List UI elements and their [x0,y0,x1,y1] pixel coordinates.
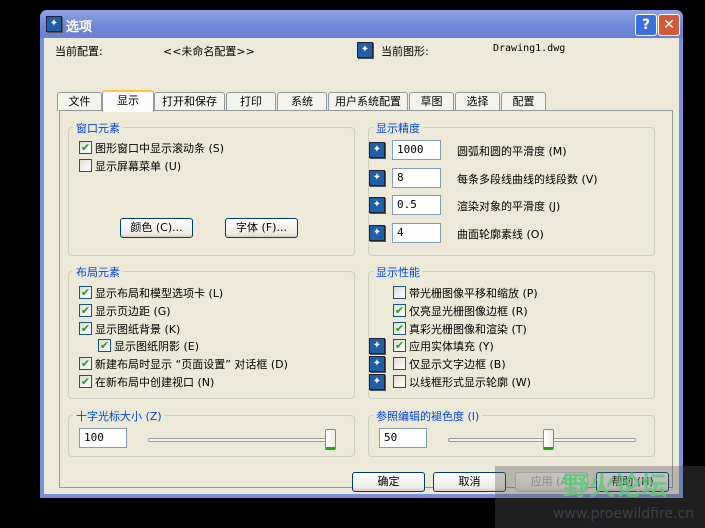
tab-system[interactable]: 系统 [277,92,327,111]
performance-option-checkbox[interactable]: ✔ [393,339,406,353]
crosshair-size-slider-thumb[interactable] [325,429,336,450]
tab-selection[interactable]: 选择 [455,92,500,111]
performance-option-label: 应用实体填充 (Y) [409,340,494,354]
autocad-app-icon: ✦ [46,16,62,32]
performance-option-checkbox[interactable] [393,375,406,388]
display-resolution-title: 显示精度 [373,120,423,136]
crosshair-size-title: 十字光标大小 (Z) [73,408,165,424]
current-profile-label: 当前配置: [55,45,103,58]
tab-files[interactable]: 文件 [57,92,102,111]
screen-menu-checkbox[interactable] [79,159,92,172]
layout-option-checkbox[interactable]: ✔ [98,339,111,353]
layout-option-checkbox[interactable]: ✔ [79,303,92,317]
display-performance-title: 显示性能 [373,264,423,280]
precision-input[interactable]: 4 [392,222,441,243]
precision-input[interactable]: 0.5 [392,195,441,215]
layout-option-label: 新建布局时显示 “页面设置” 对话框 (D) [95,358,288,372]
drawing-icon: ✦ [357,42,373,58]
performance-option-checkbox[interactable]: ✔ [393,321,406,335]
crosshair-size-slider-track[interactable] [148,438,336,442]
current-drawing-value: Drawing1.dwg [493,43,566,54]
screen-menu-label: 显示屏幕菜单 (U) [95,160,182,173]
title-bar[interactable]: ✦ 选项 ? ✕ [40,10,683,38]
drawing-saved-icon: ✦ [369,169,385,186]
current-profile-value: <<未命名配置>> [163,45,255,58]
tab-user-preferences[interactable]: 用户系统配置 [328,92,408,111]
drawing-saved-icon: ✦ [369,224,385,241]
performance-option-label: 带光栅图像平移和缩放 (P) [409,287,538,300]
dialog-body: 当前配置: <<未命名配置>> ✦ 当前图形: Drawing1.dwg 文件 … [44,38,679,494]
help-title-button[interactable]: ? [635,14,657,36]
watermark-text: 野火论坛 [563,472,668,502]
watermark-url: www.proewildfire.cn [553,506,695,522]
layout-option-label: 显示页边距 (G) [95,304,171,318]
scrollbars-checkbox[interactable]: ✔ [79,141,92,154]
precision-label: 渲染对象的平滑度 (J) [457,200,561,213]
drawing-saved-icon: ✦ [369,338,385,355]
ok-button[interactable]: 确定 [352,472,425,492]
performance-option-checkbox[interactable] [393,357,406,371]
drawing-saved-icon: ✦ [369,374,385,390]
close-button[interactable]: ✕ [658,14,680,36]
layout-option-label: 显示图纸背景 (K) [95,322,181,336]
precision-input[interactable]: 1000 [392,140,441,160]
layout-option-label: 显示布局和模型选项卡 (L) [95,287,224,300]
watermark: 野火论坛 www.proewildfire.cn [495,466,705,528]
window-elements-title: 窗口元素 [73,120,123,136]
display-tab-panel: 窗口元素 ✔ 图形窗口中显示滚动条 (S) 显示屏幕菜单 (U) 颜色 (C).… [59,110,673,488]
precision-input[interactable]: 8 [392,167,441,188]
layout-elements-title: 布局元素 [73,264,123,280]
precision-label: 圆弧和圆的平滑度 (M) [457,145,567,158]
performance-option-label: 以线框形式显示轮廓 (W) [409,376,531,389]
layout-option-checkbox[interactable]: ✔ [79,286,92,299]
fonts-button[interactable]: 字体 (F)... [225,218,298,238]
current-drawing-label: 当前图形: [381,45,429,58]
layout-option-label: 在新布局中创建视口 (N) [95,376,215,389]
performance-option-label: 仅亮显光栅图像边框 (R) [409,304,528,318]
xref-fade-input[interactable]: 50 [379,428,427,448]
tab-open-save[interactable]: 打开和保存 [154,92,225,111]
performance-option-checkbox[interactable] [393,286,406,299]
options-dialog: ✦ 选项 ? ✕ 当前配置: <<未命名配置>> ✦ 当前图形: Drawing… [40,10,683,498]
xref-fade-title: 参照编辑的褪色度 (I) [373,408,483,424]
crosshair-size-input[interactable]: 100 [79,428,127,448]
layout-option-checkbox[interactable]: ✔ [79,375,92,388]
scrollbars-label: 图形窗口中显示滚动条 (S) [95,142,225,155]
drawing-saved-icon: ✦ [369,356,385,373]
xref-fade-slider-thumb[interactable] [543,429,555,450]
precision-label: 每条多段线曲线的线段数 (V) [457,172,598,186]
layout-option-label: 显示图纸阴影 (E) [114,340,200,354]
tab-display[interactable]: 显示 [102,90,154,112]
performance-option-checkbox[interactable]: ✔ [393,303,406,317]
layout-option-checkbox[interactable]: ✔ [79,321,92,335]
drawing-saved-icon: ✦ [369,142,385,158]
window-title: 选项 [66,20,93,35]
performance-option-label: 仅显示文字边框 (B) [409,358,506,372]
tab-plot[interactable]: 打印 [226,92,276,111]
xref-fade-slider-track[interactable] [448,438,636,442]
drawing-saved-icon: ✦ [369,197,385,213]
tab-drafting[interactable]: 草图 [409,92,454,111]
precision-label: 曲面轮廓素线 (O) [457,227,544,241]
performance-option-label: 真彩光栅图像和渲染 (T) [409,322,527,336]
tab-profiles[interactable]: 配置 [501,92,546,111]
colors-button[interactable]: 颜色 (C)... [120,218,193,238]
layout-option-checkbox[interactable]: ✔ [79,357,92,371]
